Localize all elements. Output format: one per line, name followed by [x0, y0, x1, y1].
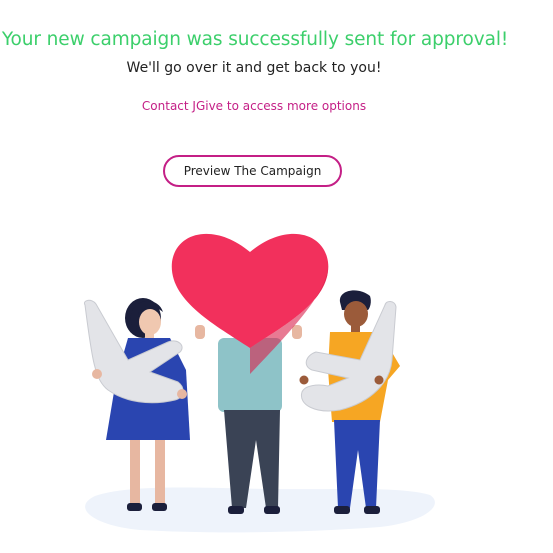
left-person: [83, 298, 190, 511]
center-person: [171, 233, 329, 514]
people-holding-heart-illustration: [83, 233, 435, 533]
success-subline: We'll go over it and get back to you!: [126, 60, 382, 76]
contact-jgive-link[interactable]: Contact JGive to access more options: [0, 99, 508, 113]
right-person: [299, 290, 400, 514]
preview-campaign-button[interactable]: Preview The Campaign: [163, 155, 342, 187]
success-headline: Your new campaign was successfully sent …: [1, 29, 509, 50]
